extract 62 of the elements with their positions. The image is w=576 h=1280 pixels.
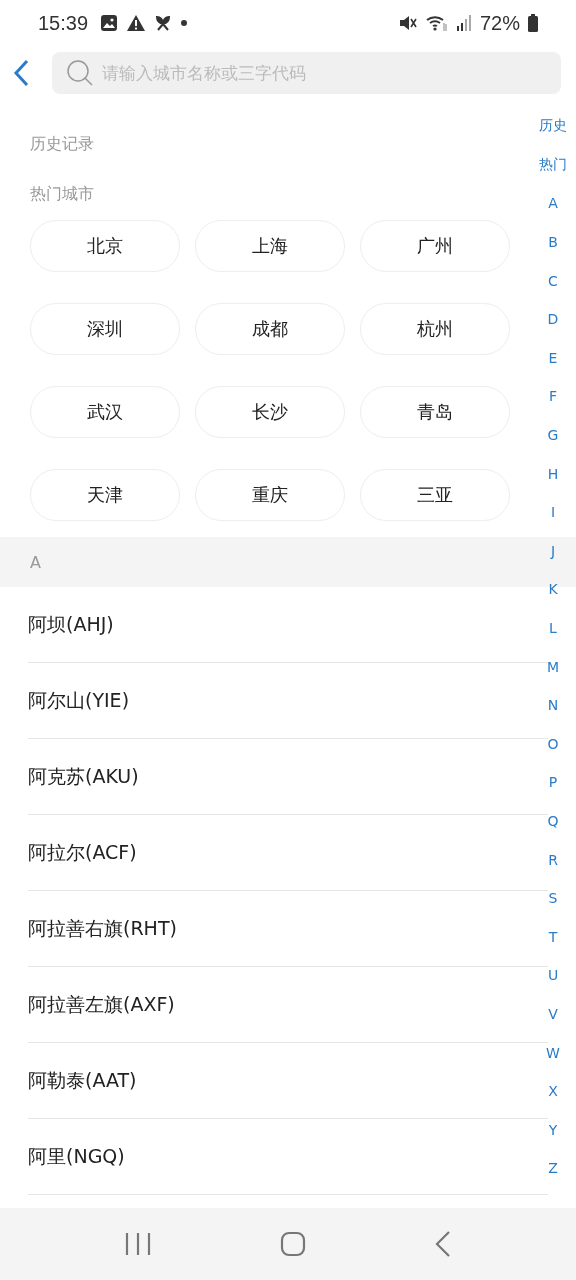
index-letter[interactable]: B [548,222,558,262]
index-letter[interactable]: E [548,338,558,378]
index-letter[interactable]: P [548,763,558,802]
recent-apps-icon[interactable] [124,1232,151,1256]
index-letter[interactable]: U [547,956,559,995]
back-icon[interactable] [435,1231,452,1257]
search-icon [66,59,94,87]
index-letter[interactable]: J [550,531,556,571]
index-letter[interactable]: Y [548,1110,558,1150]
city-row[interactable]: 阿拉尔(ACF) [28,815,548,891]
history-heading: 历史记录 [30,134,94,155]
city-chip[interactable]: 三亚 [360,469,510,521]
city-chip[interactable]: 杭州 [360,303,510,355]
index-letter[interactable]: V [548,994,558,1034]
city-row[interactable]: 阿坝(AHJ) [28,587,548,663]
city-chip[interactable]: 青岛 [360,386,510,438]
city-row[interactable]: 阿克苏(AKU) [28,739,548,815]
city-chip[interactable]: 上海 [195,220,345,272]
index-letter[interactable]: L [549,608,557,648]
index-letter[interactable]: 热门 [539,145,567,185]
signal-icon [455,14,472,32]
city-row[interactable]: 阿里(NGQ) [28,1119,548,1195]
battery-percent: 72% [479,11,520,35]
dot-icon [180,19,189,27]
city-chip[interactable]: 北京 [30,220,180,272]
hot-cities-heading: 热门城市 [30,184,94,205]
index-letter[interactable]: X [548,1071,558,1111]
index-letter[interactable]: I [550,492,556,532]
city-row[interactable]: 阿拉善右旗(RHT) [28,891,548,967]
city-chip[interactable]: 长沙 [195,386,345,438]
index-letter[interactable]: H [547,454,559,493]
city-chip[interactable]: 深圳 [30,303,180,355]
mute-icon [397,14,418,32]
index-letter[interactable]: N [547,685,559,725]
index-letter[interactable]: R [548,840,558,879]
city-chip[interactable]: 广州 [360,220,510,272]
index-letter[interactable]: F [548,377,558,416]
image-icon [100,14,119,32]
index-letter[interactable]: G [547,415,559,455]
city-chip[interactable]: 重庆 [195,469,345,521]
city-row[interactable]: 阿拉善左旗(AXF) [28,967,548,1043]
city-chip[interactable]: 武汉 [30,386,180,438]
index-letter[interactable]: 历史 [539,107,567,146]
wifi-icon [425,14,448,32]
battery-icon [528,14,538,32]
index-letter[interactable]: D [547,299,559,339]
city-chip[interactable]: 成都 [195,303,345,355]
index-letter[interactable]: Z [548,1149,558,1188]
warning-icon [126,14,147,32]
index-letter[interactable]: A [548,184,558,223]
city-chip[interactable]: 天津 [30,469,180,521]
index-letter[interactable]: W [546,1033,560,1072]
index-letter[interactable]: K [548,570,558,609]
index-letter[interactable]: Q [547,801,559,841]
home-icon[interactable] [280,1231,306,1257]
index-letter[interactable]: C [548,261,558,300]
index-letter[interactable]: O [547,724,559,764]
index-letter[interactable]: S [548,878,558,918]
index-letter[interactable]: T [548,917,558,957]
city-row[interactable]: 阿尔山(YIE) [28,663,548,739]
index-letter[interactable]: M [546,647,560,686]
status-time: 15:39 [38,11,89,35]
